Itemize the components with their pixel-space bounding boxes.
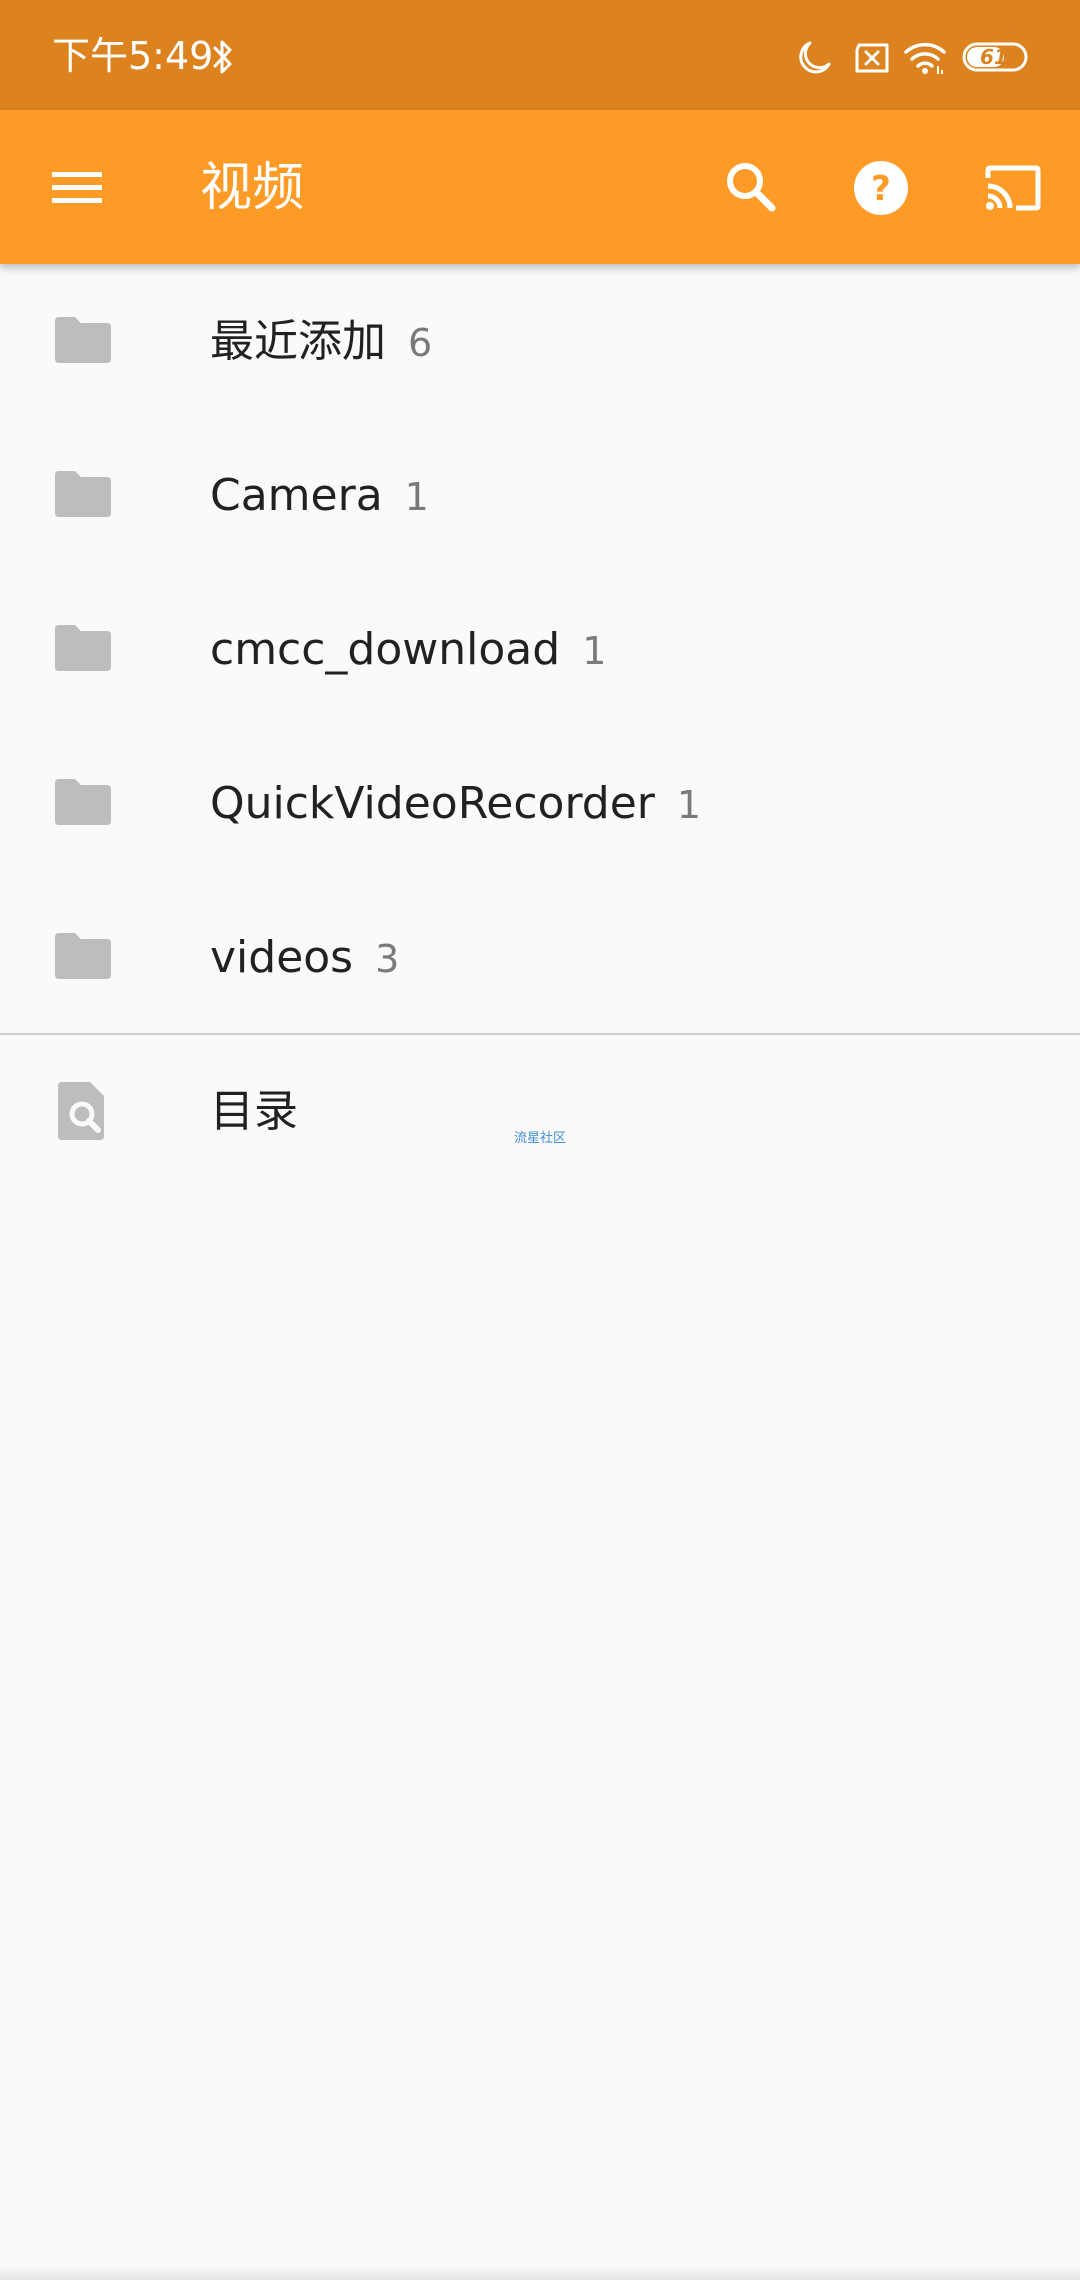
folder-count: 1 — [676, 783, 702, 827]
folder-item-quickvideorecorder[interactable]: QuickVideoRecorder 1 — [0, 726, 1080, 880]
battery-icon: 61 — [962, 42, 1030, 72]
folder-item-videos[interactable]: videos 3 — [0, 880, 1080, 1034]
folder-count: 3 — [375, 937, 400, 981]
folder-icon — [55, 471, 111, 517]
battery-level: 61 — [980, 45, 1008, 69]
folder-list: 最近添加 6 Camera 1 cmcc_download 1 QuickVideoR… — [0, 264, 1080, 1034]
folder-icon — [55, 317, 111, 363]
page-title: 视频 — [200, 158, 305, 218]
folder-count: 1 — [582, 629, 607, 673]
file-search-icon — [58, 1082, 104, 1140]
folder-item-camera[interactable]: Camera 1 — [0, 418, 1080, 572]
sim-blocked-icon — [855, 43, 889, 73]
watermark: 流星社区 — [514, 1131, 567, 1146]
folder-icon — [55, 625, 111, 671]
folder-item-cmcc-download[interactable]: cmcc_download 1 — [0, 572, 1080, 726]
folder-item-recent[interactable]: 最近添加 6 — [0, 264, 1080, 418]
search-icon[interactable] — [724, 160, 778, 214]
moon-icon — [799, 41, 831, 74]
bluetooth-icon — [213, 40, 232, 74]
folder-count: 1 — [404, 475, 429, 519]
directory-item[interactable]: 目录 — [0, 1035, 1080, 1189]
app-bar: 视频 ? — [0, 110, 1080, 264]
menu-icon[interactable] — [50, 168, 104, 208]
status-time: 下午5:49 — [52, 34, 214, 78]
help-icon[interactable]: ? — [853, 160, 909, 216]
directory-label: 目录 — [210, 1086, 298, 1137]
folder-icon — [55, 933, 111, 979]
svg-text:?: ? — [871, 169, 891, 209]
folder-count: 6 — [408, 321, 433, 365]
folder-name: Camera — [210, 470, 383, 521]
wifi-icon — [904, 42, 946, 74]
folder-name: 最近添加 — [210, 316, 386, 367]
folder-name: QuickVideoRecorder — [210, 778, 655, 829]
bottom-edge — [0, 2266, 1080, 2280]
status-bar: 下午5:49 61 — [0, 0, 1080, 110]
cast-icon[interactable] — [984, 164, 1042, 212]
folder-name: cmcc_download — [210, 624, 561, 675]
folder-name: videos — [210, 932, 354, 983]
folder-icon — [55, 779, 111, 825]
